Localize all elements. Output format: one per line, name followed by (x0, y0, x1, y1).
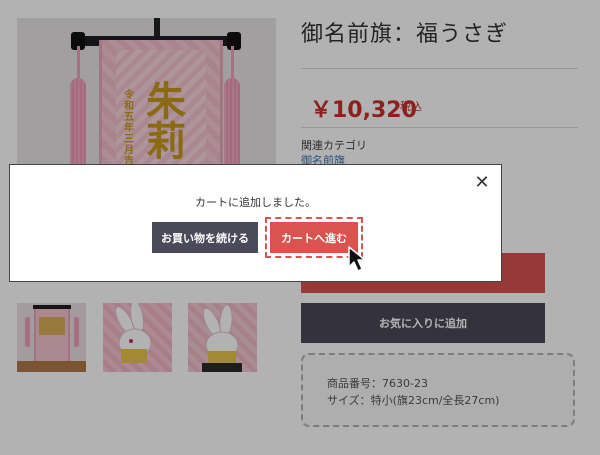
added-to-cart-dialog: ✕ カートに追加しました。 お買い物を続ける カートへ進む (9, 164, 502, 282)
mouse-pointer-icon (348, 246, 366, 272)
go-to-cart-button[interactable]: カートへ進む (270, 222, 358, 253)
dialog-message: カートに追加しました。 (195, 196, 316, 209)
continue-shopping-button[interactable]: お買い物を続ける (152, 222, 258, 253)
close-icon[interactable]: ✕ (472, 173, 492, 193)
